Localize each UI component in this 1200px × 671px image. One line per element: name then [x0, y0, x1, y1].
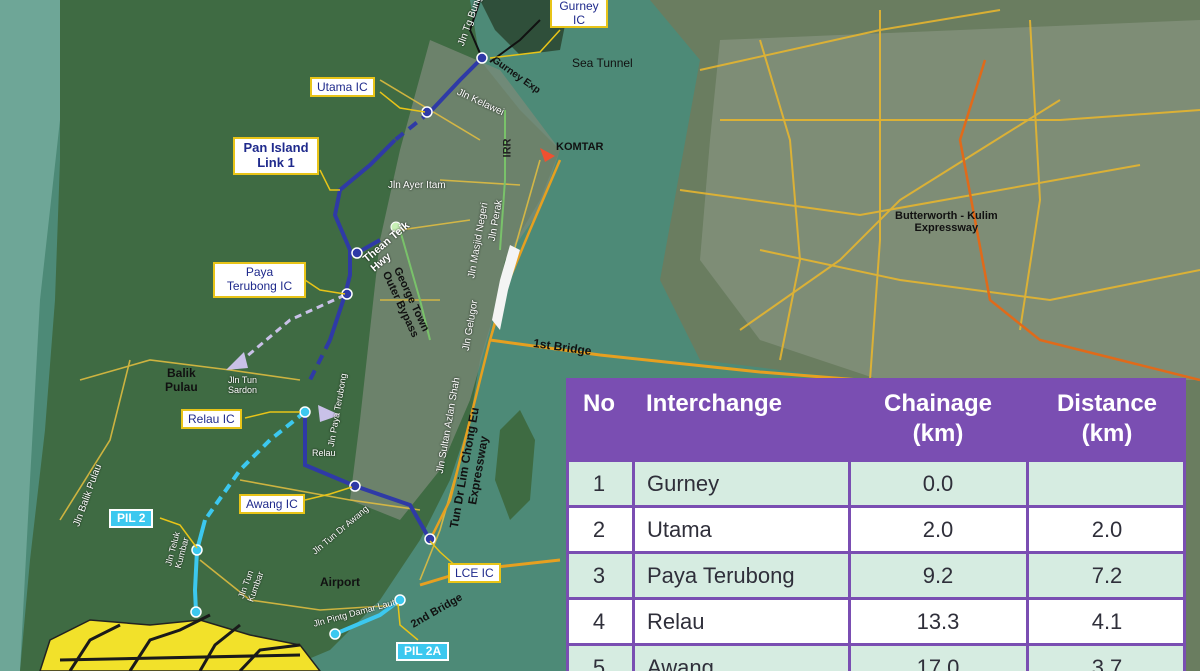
row-no: 2	[592, 517, 606, 542]
row-distance: 7.2	[1091, 563, 1123, 588]
row-no: 4	[592, 609, 606, 634]
komtar-label: KOMTAR	[556, 141, 604, 153]
table-grid	[632, 378, 635, 671]
row-chainage: 0.0	[922, 471, 954, 496]
balik-pulau-label: Balik Pulau	[165, 366, 198, 394]
header-distance: Distance (km)	[1056, 390, 1158, 447]
table-grid	[1026, 378, 1029, 671]
table-grid	[848, 378, 851, 671]
header-no: No	[583, 390, 615, 417]
interchange-table: No Interchange Chainage (km) Distance (k…	[566, 378, 1186, 671]
row-interchange: Paya Terubong	[647, 563, 795, 588]
table-grid	[566, 378, 569, 671]
header-interchange: Interchange	[646, 390, 783, 417]
row-distance: 2.0	[1091, 517, 1123, 542]
row-no: 3	[592, 563, 606, 588]
row-chainage: 2.0	[922, 517, 954, 542]
sea-tunnel-label: Sea Tunnel	[572, 56, 633, 70]
table-row: 2 Utama 2.0 2.0	[566, 508, 1186, 551]
jln-tun-sardon-label: Jln Tun Sardon	[228, 375, 258, 395]
pan-island-link-label: Pan Island Link 1	[233, 137, 319, 175]
paya-terubong-ic-label: Paya Terubong IC	[213, 262, 306, 298]
lce-ic-label: LCE IC	[448, 563, 501, 583]
row-distance: 3.7	[1091, 655, 1123, 671]
pil2a-label: PIL 2A	[396, 642, 450, 661]
pil2-label: PIL 2	[109, 509, 154, 528]
row-interchange: Utama	[647, 517, 712, 542]
row-distance: 4.1	[1091, 609, 1123, 634]
row-chainage: 17.0	[916, 655, 960, 671]
airport-label: Airport	[320, 575, 360, 589]
table-grid	[566, 643, 1186, 646]
row-interchange: Gurney	[647, 471, 720, 496]
table-row: 3 Paya Terubong 9.2 7.2	[566, 554, 1186, 597]
awang-ic-label: Awang IC	[239, 494, 305, 514]
row-interchange: Awang	[647, 655, 714, 671]
table-row: 5 Awang 17.0 3.7	[566, 646, 1186, 671]
table-grid	[566, 505, 1186, 508]
row-distance	[1028, 462, 1186, 505]
relau-place-label: Relau	[312, 448, 336, 458]
row-interchange: Relau	[647, 609, 705, 634]
table-row: 4 Relau 13.3 4.1	[566, 600, 1186, 643]
irr-label: IRR	[501, 138, 514, 158]
header-chainage: Chainage (km)	[883, 390, 993, 447]
table-grid	[566, 597, 1186, 600]
relau-ic-label: Relau IC	[181, 409, 242, 429]
table-grid	[566, 551, 1186, 554]
utama-ic-label: Utama IC	[310, 77, 375, 97]
table-row: 1 Gurney 0.0	[566, 462, 1186, 505]
row-chainage: 9.2	[922, 563, 954, 588]
row-no: 5	[592, 655, 606, 671]
row-no: 1	[592, 471, 606, 496]
butterworth-kulim-label: Butterworth - Kulim Expressway	[895, 210, 998, 234]
row-chainage: 13.3	[916, 609, 960, 634]
table-grid	[1183, 378, 1186, 671]
jln-ayer-itam-label: Jln Ayer Itam	[388, 180, 446, 191]
gurney-ic-label: Gurney IC	[550, 0, 608, 28]
